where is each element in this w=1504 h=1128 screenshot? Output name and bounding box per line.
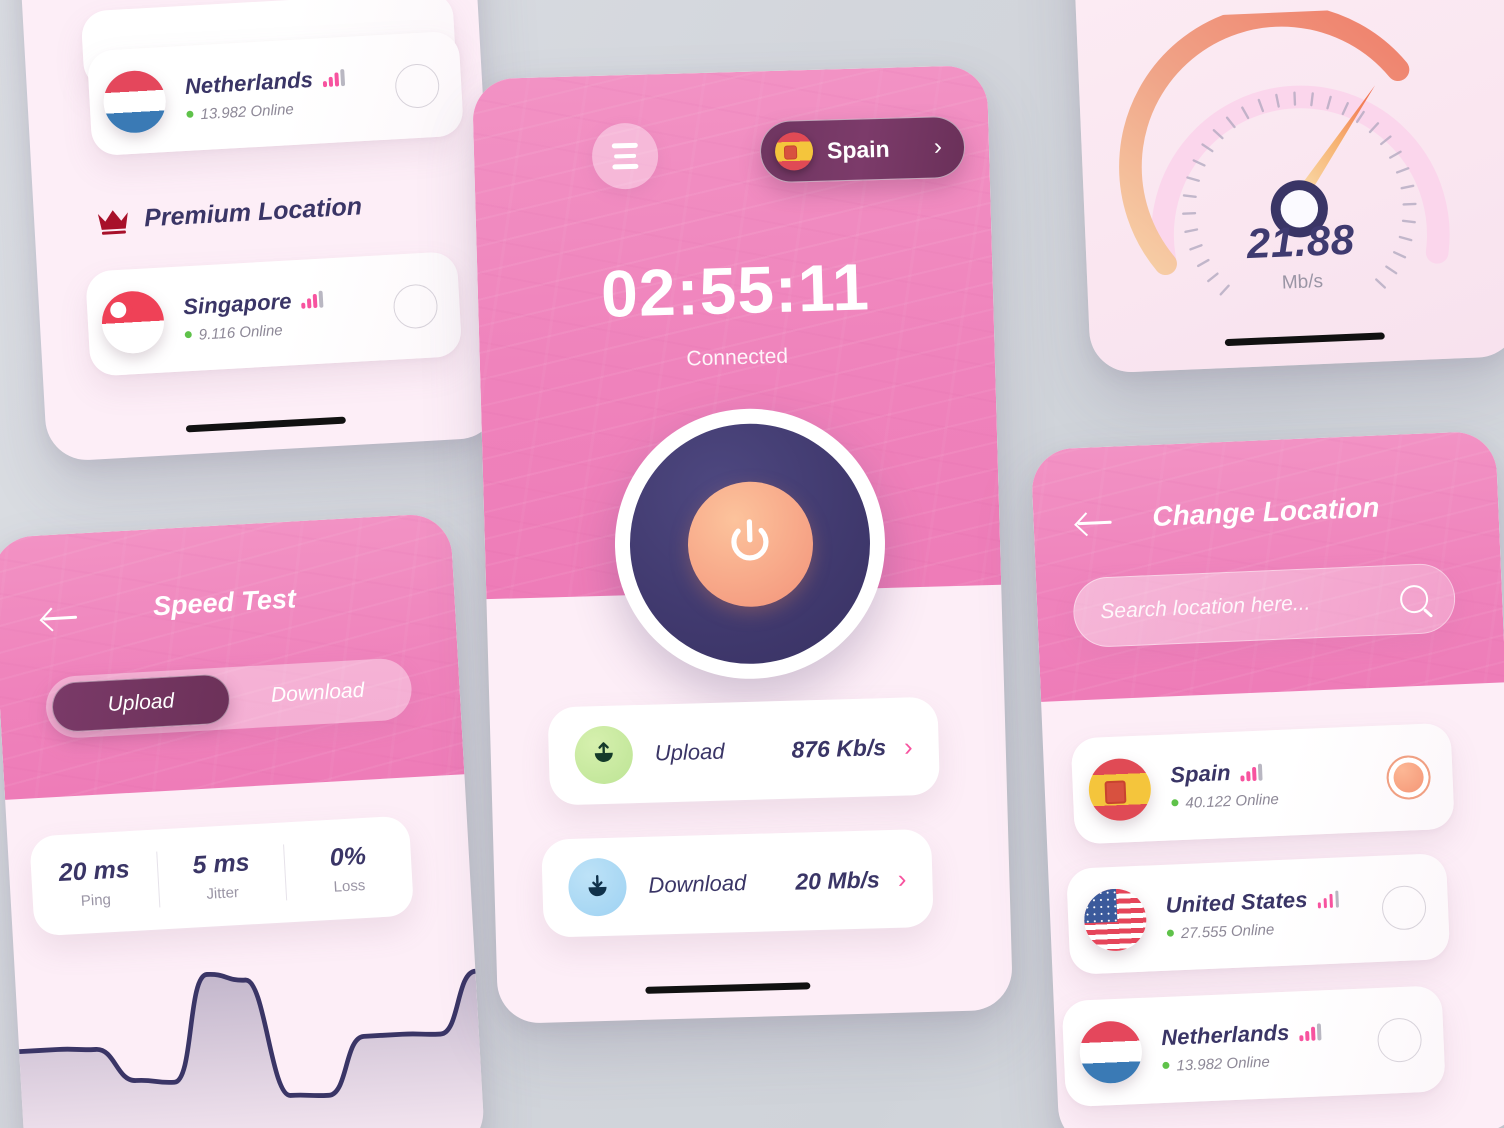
online-count: 13.982 Online xyxy=(1162,1051,1322,1075)
flag-spain-icon xyxy=(774,131,814,171)
upload-icon xyxy=(574,725,634,785)
flag-netherlands-icon xyxy=(1078,1019,1144,1085)
home-indicator xyxy=(185,416,346,433)
signal-strength-icon xyxy=(1299,1022,1322,1041)
location-name: Netherlands xyxy=(1160,1019,1290,1051)
flag-singapore-icon xyxy=(100,289,166,355)
screen-home: Spain › 02:55:11 Connected Upload 876 Kb… xyxy=(471,64,1014,1025)
chevron-right-icon: › xyxy=(897,863,907,894)
list-item[interactable]: Netherlands 13.982 Online xyxy=(1061,985,1446,1108)
download-icon xyxy=(567,857,628,917)
stat-loss: 0% Loss xyxy=(284,839,413,898)
power-button-ring xyxy=(626,420,874,668)
stat-value: 0% xyxy=(329,841,367,872)
hamburger-line xyxy=(611,143,638,149)
current-country-button[interactable]: Spain › xyxy=(759,115,966,184)
list-item[interactable]: Spain 40.122 Online xyxy=(1070,722,1455,845)
select-location-radio[interactable] xyxy=(392,282,439,330)
location-name: Spain xyxy=(1169,759,1232,788)
change-location-header: Change Location Search location here... xyxy=(1030,430,1504,702)
tab-upload[interactable]: Upload xyxy=(50,673,232,734)
power-icon xyxy=(731,519,769,561)
hamburger-line xyxy=(614,153,637,159)
speed-card-value: 20 Mb/s xyxy=(795,865,881,895)
online-count: 13.982 Online xyxy=(186,98,346,124)
online-status-dot-icon xyxy=(186,110,194,118)
speed-card-label: Download xyxy=(648,870,747,898)
speed-test-header: Speed Test Upload Download xyxy=(0,512,465,800)
location-name: Singapore xyxy=(182,287,293,319)
premium-location-label: Premium Location xyxy=(143,192,363,233)
screen-locations-list: Netherlands 13.982 Online Premium Locati… xyxy=(13,0,502,463)
hamburger-line xyxy=(612,164,639,170)
signal-strength-icon xyxy=(322,69,345,88)
signal-strength-icon xyxy=(1240,763,1263,782)
online-status-dot-icon xyxy=(1171,799,1179,807)
select-location-radio[interactable] xyxy=(1381,884,1427,931)
crown-icon xyxy=(97,209,128,235)
stat-label: Jitter xyxy=(205,884,240,903)
chevron-right-icon: › xyxy=(903,730,914,762)
screen-speedometer: 21.88 Mb/s xyxy=(1065,0,1504,374)
list-item[interactable]: Netherlands 13.982 Online xyxy=(86,30,465,157)
premium-location-header: Premium Location xyxy=(95,192,363,236)
list-item[interactable]: United States 27.555 Online xyxy=(1066,853,1451,975)
home-indicator xyxy=(645,982,811,994)
location-name: Netherlands xyxy=(184,66,314,99)
current-country-label: Spain xyxy=(826,135,890,163)
speed-card-label: Upload xyxy=(654,738,725,766)
online-status-dot-icon xyxy=(184,330,192,338)
download-speed-card[interactable]: Download 20 Mb/s › xyxy=(541,828,934,938)
online-count: 9.116 Online xyxy=(184,319,325,344)
search-icon[interactable] xyxy=(1399,584,1429,614)
header-texture xyxy=(0,512,465,800)
speed-test-stats: 20 ms Ping 5 ms Jitter 0% Loss xyxy=(29,815,415,937)
online-status-dot-icon xyxy=(1166,929,1175,937)
mockup-canvas: Netherlands 13.982 Online Premium Locati… xyxy=(0,0,1504,1128)
signal-strength-icon xyxy=(1317,890,1340,908)
connection-timer: 02:55:11 xyxy=(600,249,871,331)
screen-change-location: Change Location Search location here... … xyxy=(1030,430,1504,1128)
select-location-radio[interactable] xyxy=(394,62,441,109)
stat-value: 5 ms xyxy=(191,848,251,880)
upload-speed-card[interactable]: Upload 876 Kb/s › xyxy=(547,696,941,806)
flag-spain-icon xyxy=(1087,757,1153,822)
online-count: 40.122 Online xyxy=(1171,791,1279,812)
power-button-core xyxy=(685,479,815,609)
flag-netherlands-icon xyxy=(101,68,168,134)
tab-download[interactable]: Download xyxy=(228,663,407,723)
speed-history-chart xyxy=(16,968,486,1128)
speed-card-value: 876 Kb/s xyxy=(791,733,887,763)
select-location-radio[interactable] xyxy=(1385,754,1432,801)
stat-jitter: 5 ms Jitter xyxy=(157,846,286,905)
online-count: 27.555 Online xyxy=(1166,919,1341,943)
stat-value: 20 ms xyxy=(58,855,131,888)
stat-ping: 20 ms Ping xyxy=(31,854,160,913)
online-status-dot-icon xyxy=(1162,1061,1170,1070)
stat-label: Loss xyxy=(333,876,366,896)
screen-speed-test: Speed Test Upload Download 20 ms Ping 5 … xyxy=(0,512,486,1128)
list-item[interactable]: Singapore 9.116 Online xyxy=(85,251,463,377)
stat-label: Ping xyxy=(80,891,112,910)
select-location-radio[interactable] xyxy=(1376,1017,1423,1064)
chevron-right-icon: › xyxy=(933,133,943,161)
search-placeholder: Search location here... xyxy=(1099,591,1311,624)
flag-united-states-icon xyxy=(1083,887,1148,953)
signal-strength-icon xyxy=(301,290,324,309)
location-name: United States xyxy=(1165,886,1309,918)
